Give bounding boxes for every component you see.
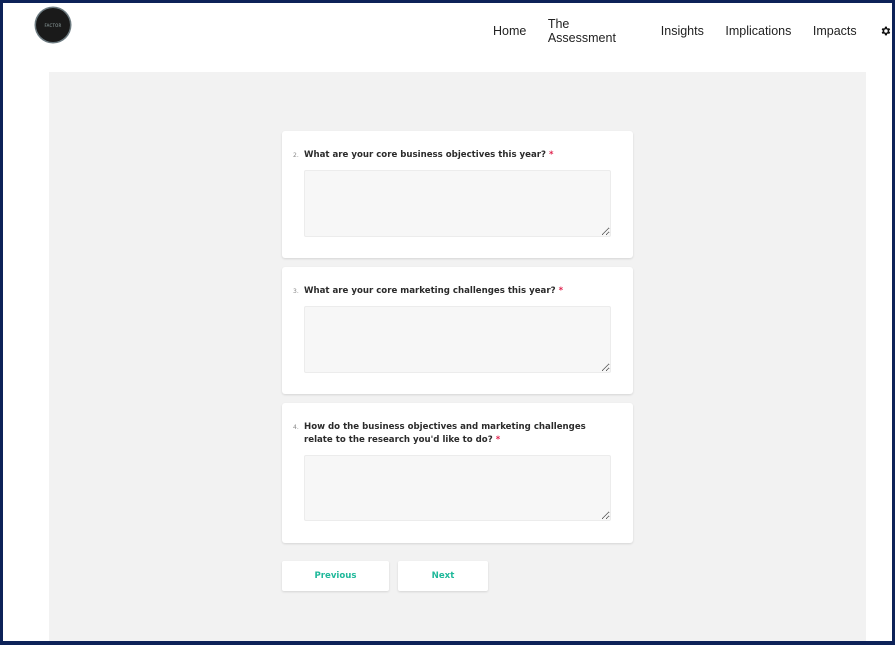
required-marker: * [549,150,554,160]
nav-the-assessment[interactable]: The Assessment [548,17,639,45]
main-nav: Home The Assessment Insights Implication… [493,17,892,45]
next-button[interactable]: Next [398,561,488,591]
question-card: 4. How do the business objectives and ma… [282,403,633,543]
question-number: 4. [293,424,299,431]
required-marker: * [558,286,564,296]
required-marker: * [495,435,501,445]
nav-implications[interactable]: Implications [725,24,791,38]
gear-icon[interactable] [880,25,892,37]
nav-home[interactable]: Home [493,24,526,38]
research-relation-input[interactable] [304,455,611,521]
question-text: How do the business objectives and marke… [304,422,586,445]
question-label: 2. What are your core business objective… [293,149,613,162]
content-panel: 2. What are your core business objective… [49,72,866,641]
question-text: What are your core marketing challenges … [304,286,556,296]
logo-text: FACTOR [44,22,62,28]
nav-impacts[interactable]: Impacts [813,24,857,38]
question-number: 2. [293,152,299,159]
question-number: 3. [293,288,299,295]
logo[interactable]: FACTOR [36,8,70,42]
question-card: 2. What are your core business objective… [282,131,633,258]
business-objectives-input[interactable] [304,170,611,237]
question-text: What are your core business objectives t… [304,150,547,160]
browser-frame: FACTOR Home The Assessment Insights Impl… [3,3,892,641]
question-label: 4. How do the business objectives and ma… [293,421,613,447]
marketing-challenges-input[interactable] [304,306,611,373]
nav-insights[interactable]: Insights [661,24,704,38]
question-card: 3. What are your core marketing challeng… [282,267,633,394]
previous-button[interactable]: Previous [282,561,389,591]
question-label: 3. What are your core marketing challeng… [293,285,613,298]
